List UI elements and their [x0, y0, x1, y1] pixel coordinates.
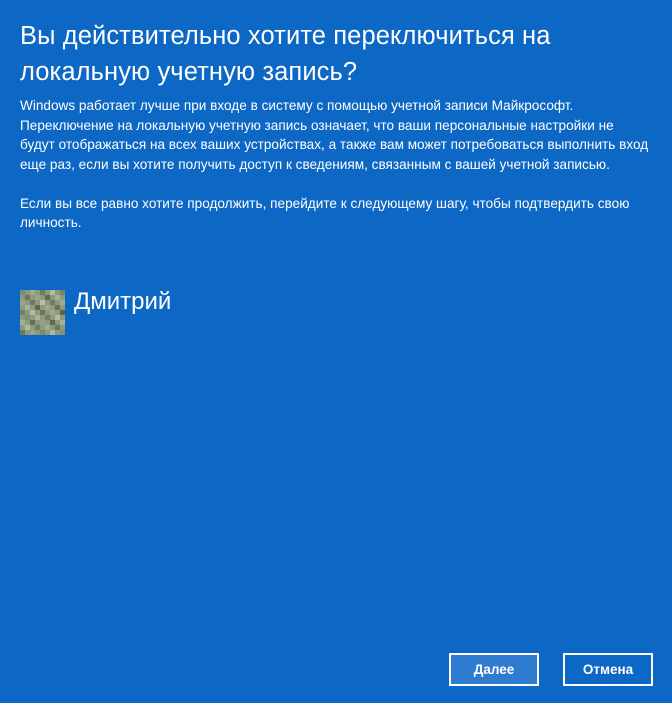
next-button[interactable]: Далее [449, 653, 539, 686]
description-paragraph: Windows работает лучше при входе в систе… [20, 98, 649, 172]
cancel-button[interactable]: Отмена [563, 653, 653, 686]
user-name: Дмитрий [74, 288, 172, 315]
user-account: Дмитрий [20, 288, 172, 335]
dialog-body: Windows работает лучше при входе в систе… [20, 96, 650, 233]
avatar [20, 290, 65, 335]
dialog-title: Вы действительно хотите переключиться на… [20, 22, 551, 86]
instruction-paragraph: Если вы все равно хотите продолжить, пер… [20, 195, 630, 231]
switch-to-local-account-dialog: Вы действительно хотите переключиться на… [0, 0, 672, 703]
